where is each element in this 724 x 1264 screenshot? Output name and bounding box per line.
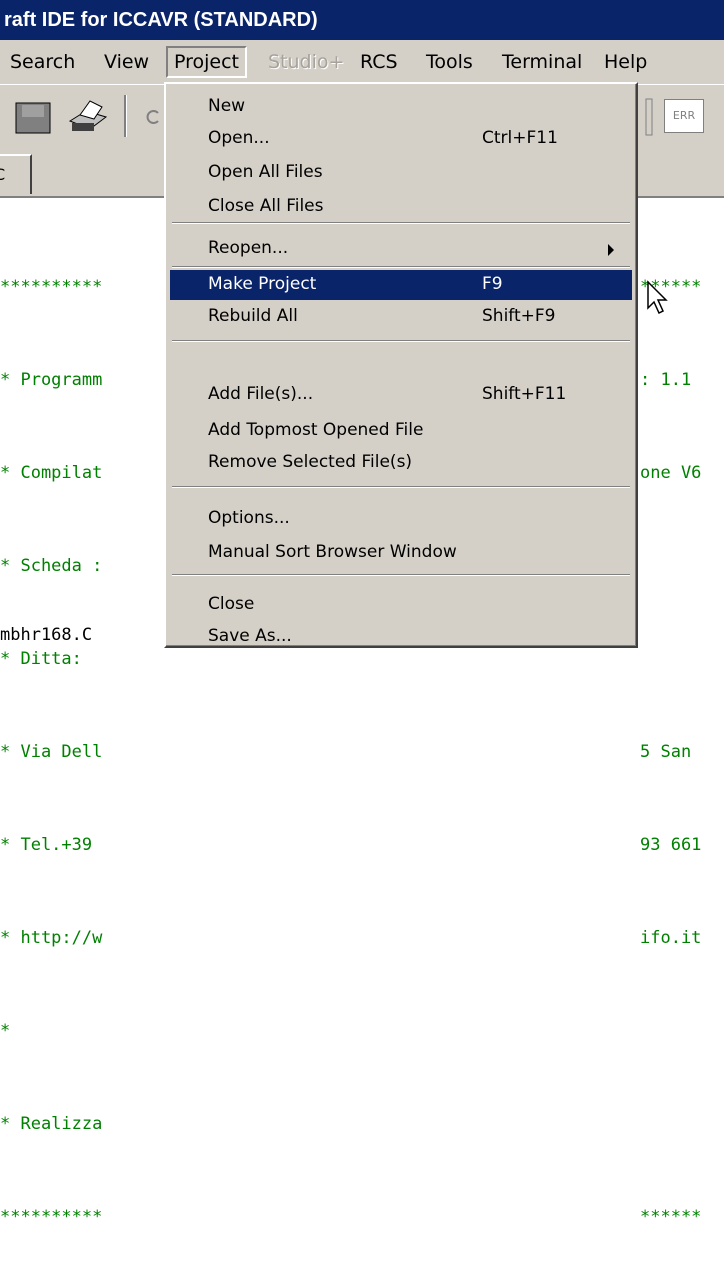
mouse-cursor-icon bbox=[647, 280, 668, 315]
code-right-column: ****** : 1.1 one V6 5 San 93 661 ifo.it … bbox=[640, 210, 701, 1264]
code-line: ****** bbox=[640, 1207, 702, 1227]
menu-separator bbox=[172, 486, 630, 488]
menu-item-label: New bbox=[208, 96, 246, 116]
code-line: one V6 bbox=[640, 463, 702, 483]
menu-item-label: Add File(s)... bbox=[208, 384, 314, 404]
menu-item-close-all-files[interactable]: Close All Files bbox=[170, 192, 632, 222]
menu-tools[interactable]: Tools bbox=[420, 48, 479, 76]
code-line: 93 661 bbox=[640, 835, 702, 855]
menu-item-label: Add Topmost Opened File bbox=[208, 420, 424, 440]
menu-item-shortcut: F9 bbox=[482, 274, 503, 294]
menu-separator bbox=[172, 266, 630, 268]
menu-item-add-files[interactable]: Add File(s)... Shift+F11 bbox=[170, 380, 632, 410]
menu-item-close[interactable]: Close bbox=[170, 590, 632, 620]
code-line: * Programm bbox=[0, 370, 103, 390]
menu-search[interactable]: Search bbox=[4, 48, 81, 76]
menu-item-open[interactable]: Open... Ctrl+F11 bbox=[170, 124, 632, 154]
menu-terminal[interactable]: Terminal bbox=[496, 48, 588, 76]
code-line: ********** bbox=[0, 1207, 103, 1227]
menu-separator bbox=[172, 222, 630, 224]
save-icon[interactable] bbox=[14, 101, 52, 135]
menu-item-label: Close All Files bbox=[208, 196, 324, 216]
menu-item-label: Make Project bbox=[208, 274, 317, 294]
menu-separator bbox=[172, 340, 630, 342]
menu-item-save-as[interactable]: Save As... bbox=[170, 622, 632, 652]
menu-rcs[interactable]: RCS bbox=[354, 48, 404, 76]
menu-item-label: Save As... bbox=[208, 626, 292, 646]
menu-item-manual-sort-browser-window[interactable]: Manual Sort Browser Window bbox=[170, 538, 632, 568]
code-line: * bbox=[0, 1021, 11, 1041]
project-menu-dropdown: New Open... Ctrl+F11 Open All Files Clos… bbox=[164, 82, 638, 648]
menu-item-label: Options... bbox=[208, 508, 290, 528]
toolbar-separator bbox=[124, 95, 127, 137]
menu-item-remove-selected-files[interactable]: Remove Selected File(s) bbox=[170, 448, 632, 478]
tab-label: C bbox=[0, 156, 5, 194]
menu-item-label: Reopen... bbox=[208, 238, 289, 258]
menu-studio-plus: Studio+ bbox=[268, 51, 345, 73]
print-icon[interactable] bbox=[66, 97, 110, 137]
code-line: * http://w bbox=[0, 928, 103, 948]
menu-item-shortcut: Shift+F11 bbox=[482, 384, 567, 404]
file-name-label: mbhr168.C bbox=[0, 625, 93, 645]
menubar: Search View Project Studio+ RCS Tools Te… bbox=[0, 40, 724, 84]
menu-item-reopen[interactable]: Reopen... bbox=[170, 234, 632, 264]
menu-item-options[interactable]: Options... bbox=[170, 504, 632, 534]
code-line: * Ditta: bbox=[0, 649, 82, 669]
menu-help[interactable]: Help bbox=[598, 48, 653, 76]
menu-item-shortcut: Shift+F9 bbox=[482, 306, 556, 326]
code-line: * Realizza bbox=[0, 1114, 103, 1134]
menu-item-new[interactable]: New bbox=[170, 92, 632, 122]
code-left-column: ********** * Programm * Compilat * Sched… bbox=[0, 210, 102, 1264]
code-line: * Scheda : bbox=[0, 556, 103, 576]
code-line: * Via Dell bbox=[0, 742, 103, 762]
menu-view[interactable]: View bbox=[98, 48, 155, 76]
menu-item-label: Remove Selected File(s) bbox=[208, 452, 413, 472]
error-icon[interactable]: ERR bbox=[664, 99, 704, 133]
code-line: * Compilat bbox=[0, 463, 103, 483]
menu-item-label: Rebuild All bbox=[208, 306, 298, 326]
undo-icon[interactable] bbox=[146, 109, 162, 125]
menu-item-shortcut: Ctrl+F11 bbox=[482, 128, 558, 148]
submenu-arrow-icon bbox=[608, 244, 614, 256]
code-line: ********** bbox=[0, 277, 103, 297]
menu-separator bbox=[172, 574, 630, 576]
menu-item-add-topmost-opened-file[interactable]: Add Topmost Opened File bbox=[170, 416, 632, 446]
toolbar-edge bbox=[645, 98, 653, 136]
menu-item-open-all-files[interactable]: Open All Files bbox=[170, 158, 632, 188]
code-line: : 1.1 bbox=[640, 370, 692, 390]
menu-item-rebuild-all[interactable]: Rebuild All Shift+F9 bbox=[170, 302, 632, 332]
menu-project[interactable]: Project bbox=[166, 46, 248, 78]
menu-item-label: Open... bbox=[208, 128, 270, 148]
menu-item-label: Manual Sort Browser Window bbox=[208, 542, 457, 562]
window-title: raft IDE for ICCAVR (STANDARD) bbox=[0, 0, 724, 40]
code-line: * Tel.+39 bbox=[0, 835, 93, 855]
tab-file[interactable]: C bbox=[0, 154, 32, 194]
menu-item-make-project[interactable]: Make Project F9 bbox=[170, 270, 632, 300]
code-line: 5 San bbox=[640, 742, 692, 762]
code-line: ifo.it bbox=[640, 928, 702, 948]
menu-item-label: Close bbox=[208, 594, 255, 614]
menu-item-label: Open All Files bbox=[208, 162, 323, 182]
